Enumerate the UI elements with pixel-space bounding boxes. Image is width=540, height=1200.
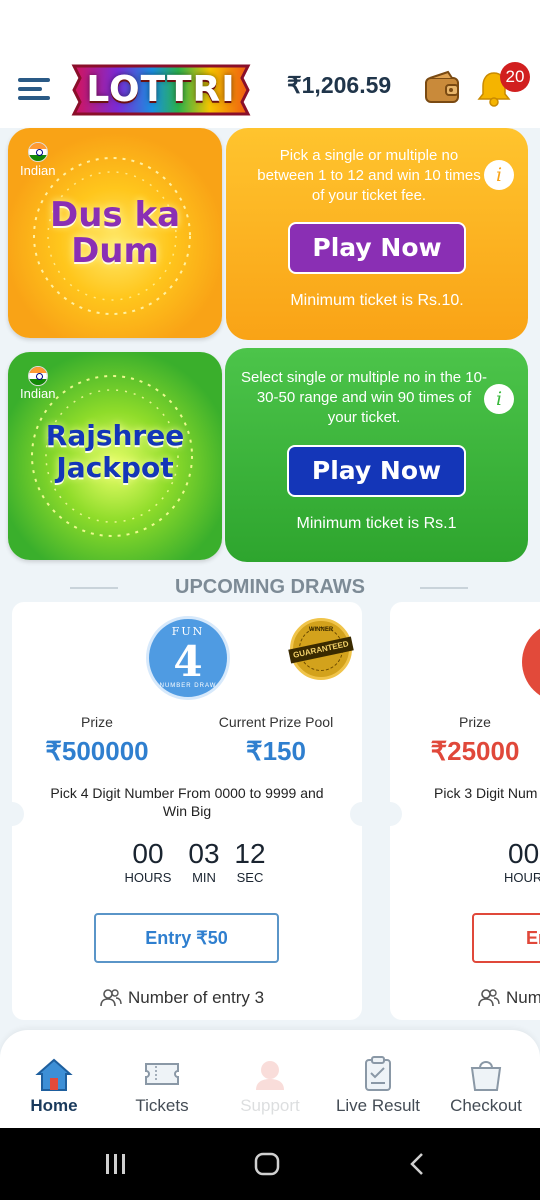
timer-minutes-label: MIN: [192, 870, 216, 885]
draw-card-pick3[interactable]: Prize ₹25000 Pick 3 Digit Num 00 HOUR Er…: [378, 602, 540, 1020]
prize-label: Prize: [81, 714, 113, 730]
guaranteed-winner-seal: WINNER GUARANTEED: [288, 618, 354, 680]
prize-value: ₹500000: [45, 736, 149, 766]
entries-count: Number of entry 3: [128, 988, 265, 1007]
info-icon[interactable]: i: [484, 384, 514, 414]
dus-ka-dum-banner[interactable]: Indian Dus ka Dum: [8, 128, 222, 338]
draw-instructions: Pick 3 Digit Num: [434, 785, 538, 801]
timer-hours: 00: [508, 838, 540, 869]
game-title-line2: Dum: [71, 231, 159, 271]
shopping-bag-icon: [466, 1054, 506, 1094]
game-description: Pick a single or multiple no between 1 t…: [257, 147, 481, 204]
wallet-icon[interactable]: [424, 70, 460, 104]
play-now-button[interactable]: Play Now: [287, 445, 466, 497]
ticket-notch-right: [350, 802, 374, 826]
timer-hours-label: HOURS: [124, 870, 172, 885]
badge-number: 4: [173, 637, 203, 686]
minimum-ticket-note: Minimum ticket is Rs.1: [296, 515, 457, 532]
timer-hours-label: HOUR: [504, 870, 540, 885]
hamburger-icon[interactable]: [18, 74, 50, 104]
origin-label: Indian: [20, 163, 56, 178]
lottri-logo: LOTTRI: [70, 62, 252, 118]
india-flag-icon: [28, 142, 48, 162]
users-icon: [100, 988, 122, 1008]
users-icon: [478, 988, 500, 1008]
india-flag-icon: [28, 366, 48, 386]
ticket-notch-left: [0, 802, 24, 826]
nav-checkout[interactable]: Checkout: [440, 1030, 532, 1128]
timer-minutes: 03: [188, 838, 220, 869]
seal-small-text: WINNER: [308, 627, 334, 633]
entries-count: Num: [506, 988, 540, 1007]
nav-label: Support: [240, 1096, 300, 1115]
ticket-notch-left: [378, 802, 402, 826]
ticket-icon: [142, 1054, 182, 1094]
pick3-badge: [522, 622, 540, 702]
nav-label: Tickets: [135, 1096, 189, 1115]
nav-tickets[interactable]: Tickets: [116, 1030, 208, 1128]
timer-hours: 00: [132, 838, 164, 869]
home-button-icon[interactable]: [254, 1152, 280, 1176]
timer-seconds: 12: [234, 838, 266, 869]
nav-label: Checkout: [450, 1096, 522, 1115]
play-now-button[interactable]: Play Now: [288, 222, 466, 274]
prize-pool-label: Current Prize Pool: [218, 714, 334, 730]
minimum-ticket-note: Minimum ticket is Rs.10.: [290, 292, 464, 309]
back-icon[interactable]: [408, 1152, 428, 1176]
nav-support[interactable]: Support: [224, 1030, 316, 1128]
nav-label: Live Result: [335, 1096, 421, 1115]
draw-card-fun4[interactable]: FUN 4 NUMBER DRAW WINNER GUARANTEED Priz…: [0, 602, 374, 1020]
notification-count-badge[interactable]: 20: [500, 62, 530, 92]
nav-label: Home: [30, 1096, 78, 1115]
fun4-badge: FUN 4 NUMBER DRAW: [146, 616, 230, 700]
prize-label: Prize: [459, 714, 491, 730]
clipboard-icon: [358, 1054, 398, 1094]
support-icon: [250, 1054, 290, 1094]
home-icon: [34, 1054, 74, 1094]
game-title-line2: Jackpot: [56, 451, 174, 484]
prize-pool-value: ₹150: [246, 736, 306, 766]
entry-button[interactable]: Er: [472, 913, 540, 963]
prize-value: ₹25000: [430, 736, 520, 766]
draw-instructions: Pick 4 Digit Number From 0000 to 9999 an…: [50, 785, 324, 819]
game-title-line1: Rajshree: [45, 419, 185, 452]
dus-ka-dum-info-card: Pick a single or multiple no between 1 t…: [226, 128, 528, 340]
info-icon[interactable]: i: [484, 160, 514, 190]
game-title-line1: Dus ka: [49, 195, 181, 235]
nav-home[interactable]: Home: [8, 1030, 100, 1128]
timer-seconds-label: SEC: [236, 870, 264, 885]
logo-text: LOTTRI: [86, 69, 236, 110]
system-navigation-bar: [0, 1128, 540, 1200]
game-description: Select single or multiple no in the 10-3…: [241, 369, 487, 426]
entry-button[interactable]: Entry ₹50: [94, 913, 279, 963]
wallet-balance[interactable]: ₹1,206.59: [287, 72, 391, 99]
badge-bottom-text: NUMBER DRAW: [159, 683, 217, 689]
top-header: LOTTRI ₹1,206.59 20: [0, 0, 540, 128]
rajshree-jackpot-banner[interactable]: Indian Rajshree Jackpot: [8, 352, 222, 560]
nav-live-result[interactable]: Live Result: [328, 1030, 428, 1128]
app-screen: LOTTRI ₹1,206.59 20 Indian Dus ka Dum Pi…: [0, 0, 540, 1200]
section-divider-right: [420, 587, 468, 589]
bottom-navigation: Home Tickets Support Live Result Checkou…: [0, 1030, 540, 1128]
origin-label: Indian: [20, 386, 56, 401]
rajshree-jackpot-info-card: Select single or multiple no in the 10-3…: [225, 348, 528, 562]
recent-apps-icon[interactable]: [104, 1154, 128, 1174]
